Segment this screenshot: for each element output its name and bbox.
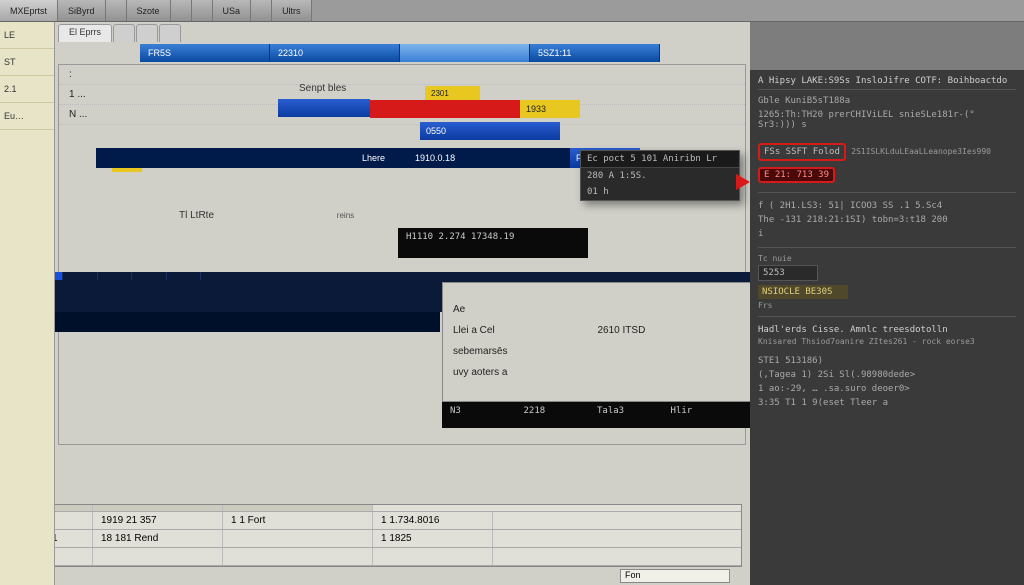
- seg-4[interactable]: [138, 272, 167, 280]
- left-item-3[interactable]: Eu…: [0, 103, 54, 130]
- right-field-2[interactable]: NSIOCLE BE30S: [758, 285, 848, 299]
- tab-1[interactable]: SiByrd: [58, 0, 106, 21]
- right-field-row: Tc nuie: [758, 254, 1016, 263]
- bar-blue-1: [278, 99, 370, 117]
- table-row-0[interactable]: Fincedc0 1919 21 357 1 1 Fort 1 1.734.80…: [3, 512, 741, 530]
- tab-3[interactable]: Szote: [127, 0, 171, 21]
- left-item-2[interactable]: 2.1: [0, 76, 54, 103]
- row-label: Tl LtRte reins: [179, 210, 354, 221]
- left-item-0[interactable]: LE: [0, 22, 54, 49]
- right-sec2-sub: Knisared Thsiod7oanire ZItes261 - rock e…: [758, 337, 1016, 346]
- sub-tab-3[interactable]: [159, 24, 181, 42]
- bar-yellow-2: 2301: [425, 86, 480, 100]
- highlight-region: FSs SSFT Folod 2S1ISLKLduLEaaLLeanope3Ie…: [758, 140, 1016, 186]
- table-row-2[interactable]: w+iYSS: [3, 548, 741, 566]
- sub-tab-2[interactable]: [136, 24, 158, 42]
- table-header-row: [3, 505, 741, 512]
- bottom-input[interactable]: Fon: [620, 569, 730, 583]
- tab-2[interactable]: [106, 0, 127, 21]
- right-b2-3: 3:35 T1 1 9(eset Tleer a: [758, 396, 1016, 410]
- mid-item-3: uvy aoters a: [453, 367, 741, 378]
- bar-blue-2: 0550: [420, 122, 560, 140]
- blue-tab-0[interactable]: FR5S: [140, 44, 270, 62]
- highlight-2[interactable]: E 21: 713 39: [758, 167, 835, 183]
- right-b2-0: STE1 513186): [758, 354, 1016, 368]
- popup-header: Ec poct 5 101 Aniribn Lr: [581, 151, 739, 168]
- seg-3[interactable]: [103, 272, 132, 280]
- blue-tab-2[interactable]: [400, 44, 530, 62]
- tab-4[interactable]: [171, 0, 192, 21]
- right-b1-1: The -131 218:21:1SI) tobn=3:t18 200: [758, 213, 1016, 227]
- right-b1-0: f ( 2H1.LS3: 51| ICOO3 SS .1 5.Sc4: [758, 199, 1016, 213]
- sub-tab-bar: El Eprrs: [58, 24, 746, 42]
- mid-item-1: Llei a Cel 2610 ITSD: [453, 325, 741, 336]
- dark-strip-2: [0, 312, 440, 332]
- right-line-1: 1265:Th:TH20 prerCHIViLEL snieSLe181r-(°…: [758, 108, 1016, 132]
- blue-tab-bar: FR5S 22310 5SZ1:11: [140, 44, 660, 62]
- right-field-label: Tc nuie: [758, 254, 792, 263]
- black-footer: N3 2218 Tala3 Hlir: [442, 402, 752, 428]
- top-tab-bar: MXEprtst SiByrd Szote USa Ultrs: [0, 0, 1024, 22]
- bar-red: [370, 100, 520, 118]
- tab-7[interactable]: [251, 0, 272, 21]
- blue-tab-1[interactable]: 22310: [270, 44, 400, 62]
- right-inspector: A Hipsy LAKE:S9Ss InsloJifre COTF: Boihb…: [750, 70, 1024, 585]
- th-1[interactable]: [93, 505, 223, 511]
- tab-0[interactable]: MXEprtst: [0, 0, 58, 21]
- right-line-0: Gble KuniB5sT188a: [758, 94, 1016, 108]
- seg-2[interactable]: [69, 272, 98, 280]
- table-row-1[interactable]: 20 141311 18 181 Rend 1 1825: [3, 530, 741, 548]
- bottom-table: Fincedc0 1919 21 357 1 1 Fort 1 1.734.80…: [2, 504, 742, 567]
- th-2[interactable]: [223, 505, 373, 511]
- section-label: Senpt bles: [299, 83, 346, 94]
- left-sidebar: LE ST 2.1 Eu…: [0, 22, 55, 585]
- popup-row-1[interactable]: 01 h: [581, 184, 739, 200]
- black-code-panel: H1110 2.274 17348.19: [398, 228, 588, 258]
- mid-item-2: sebemarsēs: [453, 346, 741, 357]
- sub-tab-0[interactable]: El Eprrs: [58, 24, 112, 42]
- mid-item-0: [453, 289, 741, 300]
- right-title: A Hipsy LAKE:S9Ss InsloJifre COTF: Boihb…: [758, 76, 1016, 90]
- right-b1-2: i: [758, 227, 1016, 241]
- sub-tab-1[interactable]: [113, 24, 135, 42]
- seg-5[interactable]: [172, 272, 201, 280]
- popup-panel: Ec poct 5 101 Aniribn Lr 280 A 1:5S. 01 …: [580, 150, 740, 201]
- mid-item-a: Ae: [453, 304, 741, 315]
- right-sec2-title: Hadl'erds Cisse. Amnlc treesdotolln: [758, 323, 1016, 337]
- arrow-right-icon: [736, 174, 750, 190]
- highlight-1-right: 2S1ISLKLduLEaaLLeanope3Ies990: [851, 147, 991, 156]
- right-field-2-sub: Frs: [758, 301, 1016, 310]
- tab-5[interactable]: [192, 0, 213, 21]
- mid-light-panel: Ae Llei a Cel 2610 ITSD sebemarsēs uvy a…: [442, 282, 752, 402]
- right-field-input[interactable]: 5253: [758, 265, 818, 281]
- tab-6[interactable]: USa: [213, 0, 252, 21]
- right-b2-1: (,Tagea 1) 2Si Sl(.98980dede>: [758, 368, 1016, 382]
- bar-yellow-1: 1933: [520, 100, 580, 118]
- content-row-0: :: [59, 65, 745, 85]
- left-item-1[interactable]: ST: [0, 49, 54, 76]
- tab-8[interactable]: Ultrs: [272, 0, 312, 21]
- highlight-1[interactable]: FSs SSFT Folod: [758, 143, 846, 161]
- bar-navy: Lhere 1910.0.18: [96, 148, 574, 168]
- blue-tab-3[interactable]: 5SZ1:11: [530, 44, 660, 62]
- right-b2-2: 1 ao:-29, … .sa.suro deoer0>: [758, 382, 1016, 396]
- popup-row-0[interactable]: 280 A 1:5S.: [581, 168, 739, 184]
